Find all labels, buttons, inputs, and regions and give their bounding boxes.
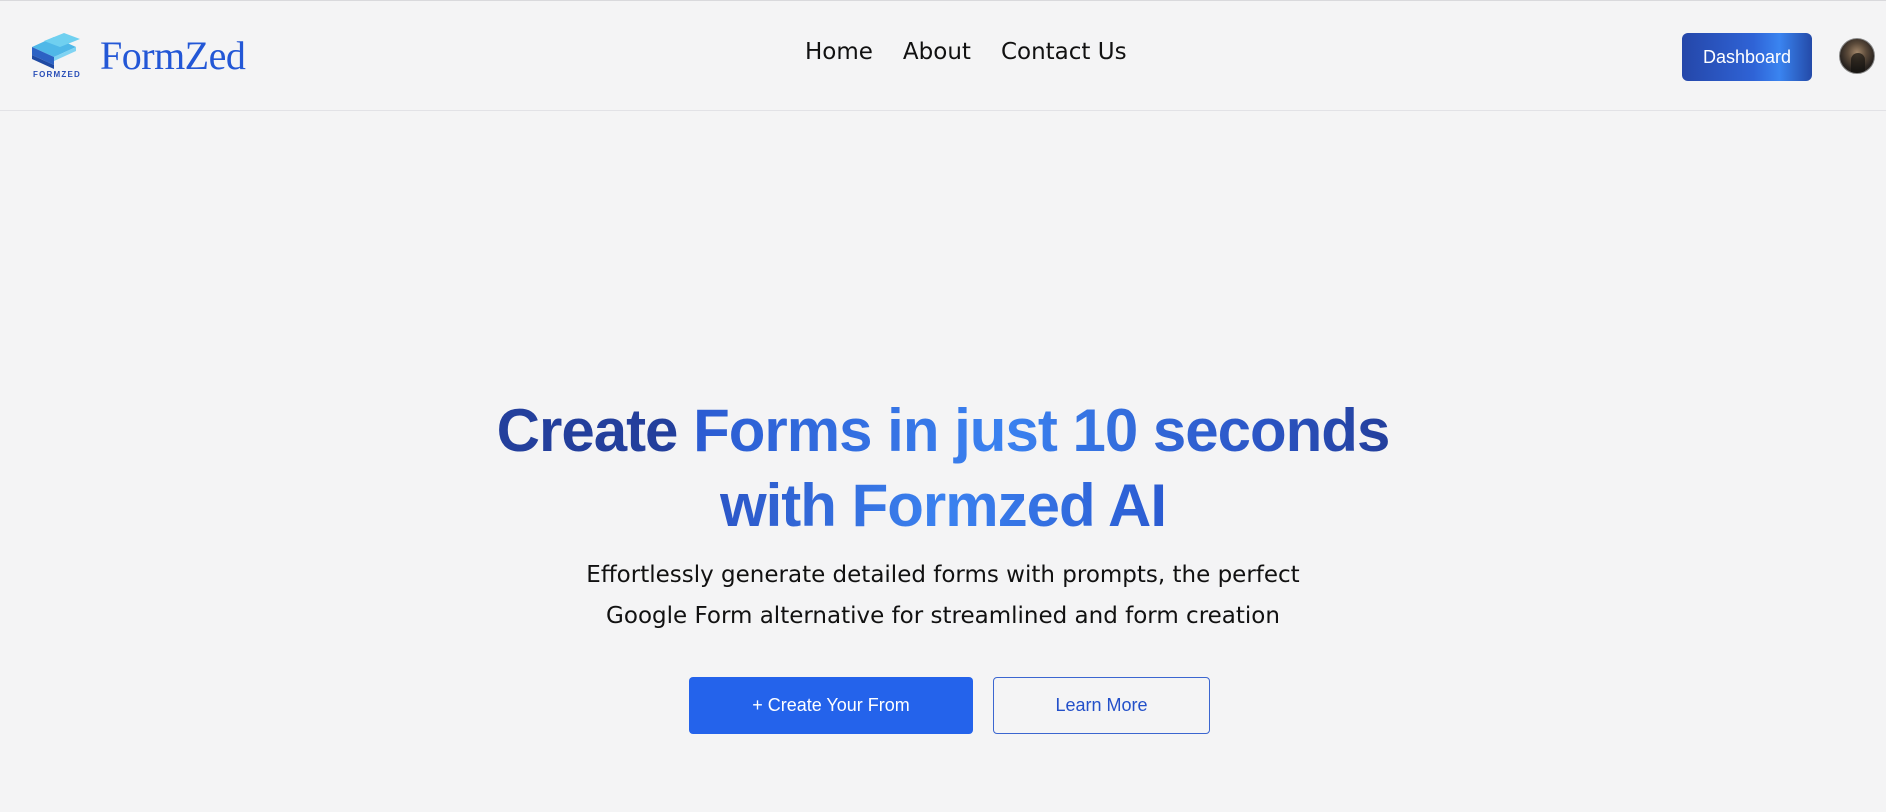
brand-name: FormZed [100,33,246,78]
hero-title-line2: with Formzed AI [719,472,1167,539]
hero-title-highlight: Forms in just 10 seconds [693,397,1390,464]
logo-caption: FORMZED [33,70,81,79]
nav-link-about[interactable]: About [903,41,971,64]
create-form-button[interactable]: + Create Your From [689,677,973,734]
nav-link-home[interactable]: Home [805,41,873,64]
hero-title-create: Create [496,397,679,464]
hero-subtitle-line1: Effortlessly generate detailed forms wit… [586,562,1300,588]
dashboard-button[interactable]: Dashboard [1682,33,1812,81]
hero-subtitle: Effortlessly generate detailed forms wit… [0,555,1886,637]
learn-more-button[interactable]: Learn More [993,677,1210,734]
cta-row: + Create Your From Learn More [689,677,1210,734]
hero-title: Create Forms in just 10 seconds with For… [0,393,1886,543]
user-avatar[interactable] [1839,38,1875,74]
hero-subtitle-line2: Google Form alternative for streamlined … [606,603,1280,629]
nav-links: Home About Contact Us [805,41,1127,64]
hero-section: Create Forms in just 10 seconds with For… [0,393,1886,637]
brand[interactable]: FORMZED FormZed [30,31,246,81]
nav-link-contact-us[interactable]: Contact Us [1001,41,1127,64]
navbar: FORMZED FormZed Home About Contact Us Da… [0,1,1886,111]
formzed-logo-icon: FORMZED [30,31,84,81]
